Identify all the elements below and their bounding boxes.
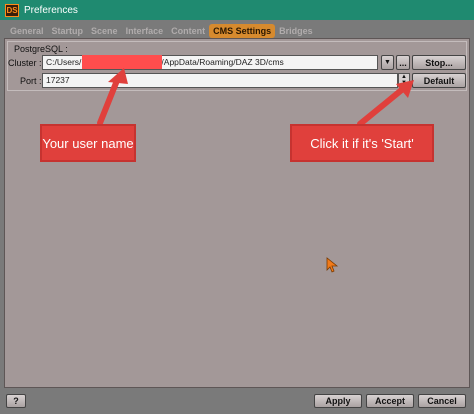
title-bar: DS Preferences bbox=[0, 0, 474, 20]
start-hint-callout: Click it if it's 'Start' bbox=[290, 124, 434, 162]
tab-general[interactable]: General bbox=[6, 24, 48, 38]
chevron-down-icon: ▼ bbox=[384, 59, 391, 66]
tab-bridges[interactable]: Bridges bbox=[275, 24, 317, 38]
postgresql-group-label: PostgreSQL : bbox=[14, 44, 68, 54]
cluster-browse-button[interactable]: ... bbox=[396, 55, 410, 70]
port-field[interactable]: 17237 bbox=[42, 73, 398, 88]
tab-scene[interactable]: Scene bbox=[87, 24, 122, 38]
stop-button[interactable]: Stop... bbox=[412, 55, 466, 70]
help-button[interactable]: ? bbox=[6, 394, 26, 408]
tab-interface[interactable]: Interface bbox=[122, 24, 168, 38]
username-callout: Your user name bbox=[40, 124, 136, 162]
tab-cms-settings[interactable]: CMS Settings bbox=[209, 24, 276, 38]
cms-settings-panel: PostgreSQL : bbox=[4, 38, 470, 388]
cancel-button[interactable]: Cancel bbox=[418, 394, 466, 408]
cluster-path-suffix: /AppData/Roaming/DAZ 3D/cms bbox=[161, 57, 284, 67]
username-redaction-box bbox=[82, 55, 162, 69]
tab-startup[interactable]: Startup bbox=[48, 24, 88, 38]
cluster-path-prefix: C:/Users/ bbox=[46, 57, 82, 67]
tab-bar: General Startup Scene Interface Content … bbox=[6, 24, 317, 38]
port-spinner[interactable]: ▲ ▼ bbox=[398, 73, 410, 87]
spin-down-icon[interactable]: ▼ bbox=[399, 80, 409, 86]
window-title: Preferences bbox=[24, 4, 78, 16]
accept-button[interactable]: Accept bbox=[366, 394, 414, 408]
cluster-dropdown-button[interactable]: ▼ bbox=[381, 55, 394, 70]
tab-content[interactable]: Content bbox=[167, 24, 209, 38]
daz-studio-icon: DS bbox=[5, 3, 19, 17]
apply-button[interactable]: Apply bbox=[314, 394, 362, 408]
mouse-cursor-icon bbox=[326, 257, 339, 273]
port-label: Port : bbox=[20, 76, 42, 86]
cluster-label: Cluster : bbox=[8, 58, 42, 68]
default-button[interactable]: Default bbox=[412, 73, 466, 88]
